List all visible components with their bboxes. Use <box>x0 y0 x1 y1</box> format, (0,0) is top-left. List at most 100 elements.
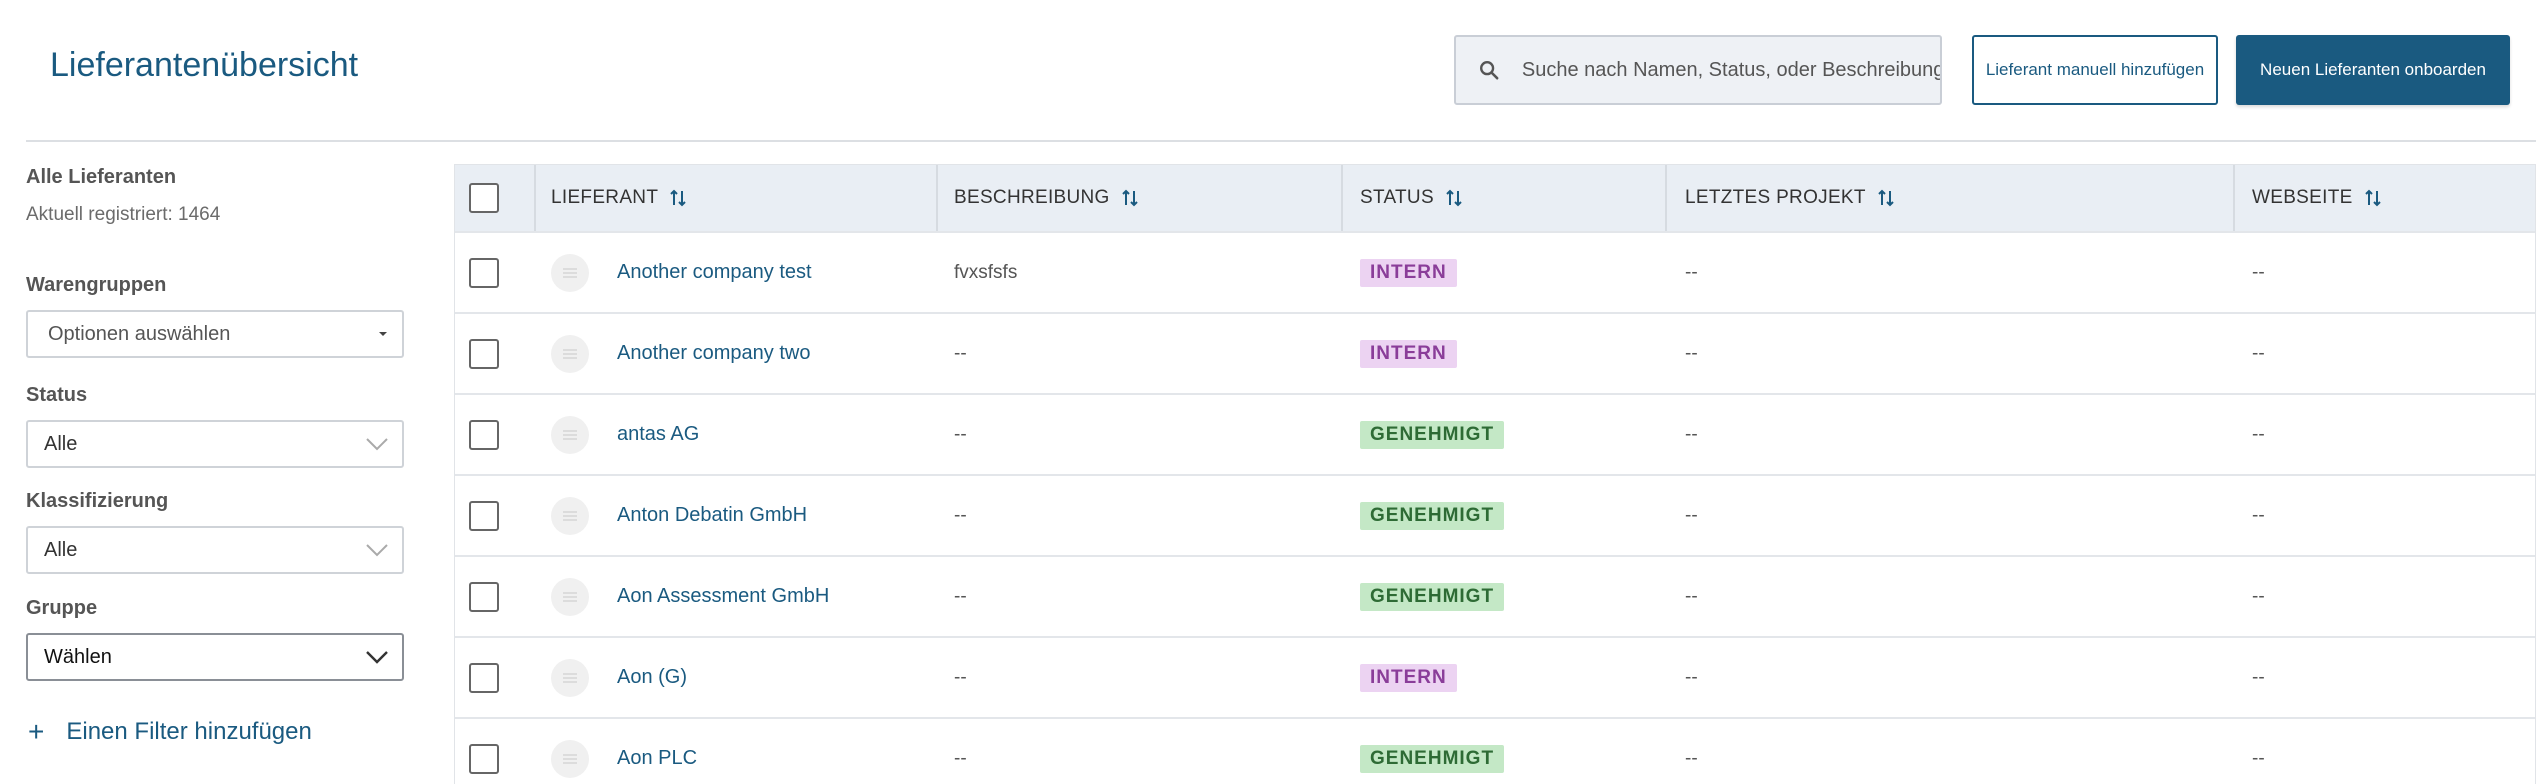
description-cell: -- <box>954 557 967 636</box>
select-all-checkbox[interactable] <box>469 183 499 213</box>
last-project-cell: -- <box>1685 314 1698 393</box>
website-text: -- <box>2252 342 2265 364</box>
row-checkbox[interactable] <box>469 338 499 369</box>
column-header-last-project[interactable]: LETZTES PROJEKT <box>1685 165 1894 231</box>
description-text: -- <box>954 504 967 526</box>
row-select-cell <box>469 233 499 312</box>
table-header: LIEFERANT BESCHREIBUNG STATUS LETZTES PR… <box>455 165 2535 231</box>
add-filter-link[interactable]: + Einen Filter hinzufügen <box>26 716 312 748</box>
column-divider <box>2233 165 2235 231</box>
column-header-label: WEBSEITE <box>2252 187 2353 208</box>
table-row[interactable]: Aon (G) -- INTERN -- -- <box>455 636 2535 717</box>
supplier-cell: Another company test <box>551 233 812 312</box>
status-badge: INTERN <box>1360 339 1457 368</box>
plus-icon: + <box>28 716 45 747</box>
table-row[interactable]: Aon Assessment GmbH -- GENEHMIGT -- -- <box>455 555 2535 636</box>
supplier-name-link[interactable]: antas AG <box>617 423 699 446</box>
row-checkbox[interactable] <box>469 500 499 531</box>
table-row[interactable]: antas AG -- GENEHMIGT -- -- <box>455 393 2535 474</box>
table-row[interactable]: Aon PLC -- GENEHMIGT -- -- <box>455 717 2535 784</box>
last-project-cell: -- <box>1685 476 1698 555</box>
website-cell: -- <box>2252 557 2265 636</box>
last-project-text: -- <box>1685 585 1698 607</box>
supplier-cell: antas AG <box>551 395 699 474</box>
column-header-label: BESCHREIBUNG <box>954 187 1110 208</box>
group-label: Gruppe <box>26 597 98 619</box>
group-select[interactable]: Wählen <box>26 633 404 681</box>
website-cell: -- <box>2252 395 2265 474</box>
column-header-status[interactable]: STATUS <box>1360 165 1462 231</box>
supplier-avatar-icon <box>551 496 589 535</box>
status-cell: GENEHMIGT <box>1360 557 1505 636</box>
status-cell: GENEHMIGT <box>1360 719 1505 784</box>
product-groups-value: Optionen auswählen <box>48 322 231 345</box>
last-project-text: -- <box>1685 261 1698 283</box>
search-input[interactable] <box>1521 58 1940 82</box>
classification-label: Klassifizierung <box>26 490 169 512</box>
row-select-cell <box>469 314 499 393</box>
supplier-name-link[interactable]: Another company two <box>617 342 810 365</box>
sort-icon <box>1446 189 1462 207</box>
product-groups-label: Warengruppen <box>26 274 167 296</box>
row-select-cell <box>469 476 499 555</box>
supplier-cell: Aon Assessment GmbH <box>551 557 829 636</box>
supplier-avatar-icon <box>551 253 589 292</box>
status-badge: GENEHMIGT <box>1360 501 1505 530</box>
description-cell: fvxsfsfs <box>954 233 1017 312</box>
onboard-supplier-button[interactable]: Neuen Lieferanten onboarden <box>2236 35 2510 105</box>
table-row[interactable]: Another company two -- INTERN -- -- <box>455 312 2535 393</box>
description-cell: -- <box>954 638 967 717</box>
row-checkbox[interactable] <box>469 257 499 288</box>
website-cell: -- <box>2252 233 2265 312</box>
supplier-avatar-icon <box>551 739 589 778</box>
supplier-cell: Anton Debatin GmbH <box>551 476 807 555</box>
last-project-cell: -- <box>1685 719 1698 784</box>
status-badge: GENEHMIGT <box>1360 582 1505 611</box>
classification-select[interactable]: Alle <box>26 526 404 574</box>
row-checkbox[interactable] <box>469 419 499 450</box>
row-select-cell <box>469 557 499 636</box>
column-divider <box>1665 165 1667 231</box>
supplier-cell: Aon PLC <box>551 719 697 784</box>
sort-icon <box>670 189 686 207</box>
website-text: -- <box>2252 666 2265 688</box>
last-project-text: -- <box>1685 504 1698 526</box>
add-supplier-manually-button[interactable]: Lieferant manuell hinzufügen <box>1972 35 2218 105</box>
search-box[interactable] <box>1454 35 1942 105</box>
status-badge: GENEHMIGT <box>1360 744 1505 773</box>
sort-icon <box>2364 189 2381 207</box>
supplier-avatar-icon <box>551 658 589 697</box>
add-filter-label: Einen Filter hinzufügen <box>66 718 312 745</box>
supplier-name-link[interactable]: Aon PLC <box>617 747 697 770</box>
status-cell: INTERN <box>1360 638 1457 717</box>
row-checkbox[interactable] <box>469 662 499 693</box>
sort-icon <box>1878 189 1894 207</box>
chevron-down-icon <box>366 651 388 664</box>
description-text: fvxsfsfs <box>954 261 1018 283</box>
row-select-cell <box>469 638 499 717</box>
row-checkbox[interactable] <box>469 743 499 774</box>
page-title: Lieferantenübersicht <box>50 46 359 84</box>
table-row[interactable]: Anton Debatin GmbH -- GENEHMIGT -- -- <box>455 474 2535 555</box>
supplier-name-link[interactable]: Aon (G) <box>617 666 687 689</box>
website-cell: -- <box>2252 314 2265 393</box>
group-select-value: Wählen <box>44 645 112 668</box>
column-header-description[interactable]: BESCHREIBUNG <box>954 165 1138 231</box>
status-select[interactable]: Alle <box>26 420 404 468</box>
supplier-name-link[interactable]: Aon Assessment GmbH <box>617 585 829 608</box>
supplier-name-link[interactable]: Another company test <box>617 261 812 284</box>
column-header-supplier[interactable]: LIEFERANT <box>551 165 686 231</box>
column-header-website[interactable]: WEBSEITE <box>2252 165 2381 231</box>
description-text: -- <box>954 666 967 688</box>
status-cell: INTERN <box>1360 314 1457 393</box>
supplier-avatar-icon <box>551 577 589 616</box>
table-row[interactable]: Another company test fvxsfsfs INTERN -- … <box>455 231 2535 312</box>
supplier-name-link[interactable]: Anton Debatin GmbH <box>617 504 807 527</box>
website-text: -- <box>2252 261 2265 283</box>
row-checkbox[interactable] <box>469 581 499 612</box>
website-text: -- <box>2252 747 2265 769</box>
chevron-down-icon <box>366 544 388 557</box>
description-text: -- <box>954 585 967 607</box>
description-cell: -- <box>954 476 967 555</box>
product-groups-select[interactable]: Optionen auswählen <box>26 310 404 358</box>
